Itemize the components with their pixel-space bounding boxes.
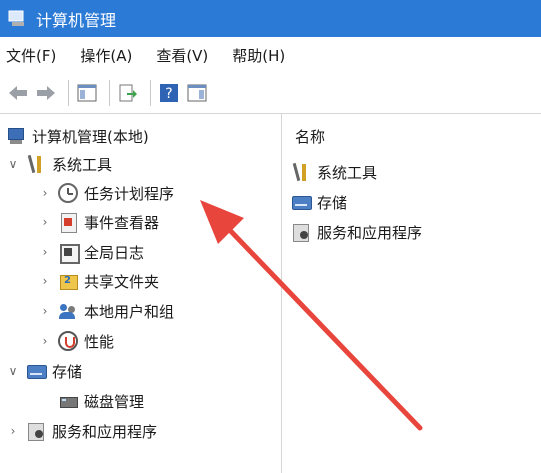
chevron-right-icon[interactable]: ›: [38, 334, 52, 348]
storage-icon: [26, 361, 47, 381]
clock-icon: [58, 183, 78, 203]
tree-item-shared-folders[interactable]: › 共享文件夹: [38, 267, 159, 295]
menu-view[interactable]: 查看(V): [156, 45, 208, 66]
column-header-name[interactable]: 名称: [295, 126, 325, 147]
log-icon: [58, 242, 80, 264]
tree-item-label: 全局日志: [84, 243, 145, 262]
toolbar-separator: [150, 80, 151, 106]
menu-file[interactable]: 文件(F): [6, 45, 56, 66]
shared-folder-icon: [58, 271, 78, 291]
tree-item-label: 任务计划程序: [84, 184, 175, 203]
tree-item-label: 事件查看器: [84, 213, 160, 232]
list-item-label: 存储: [317, 193, 348, 212]
export-list-icon[interactable]: [116, 81, 140, 105]
chevron-right-icon[interactable]: ›: [38, 186, 52, 200]
computer-management-icon: [8, 10, 28, 28]
tree-item-performance[interactable]: › 性能: [38, 327, 114, 355]
menu-action[interactable]: 操作(A): [80, 45, 132, 66]
toolbar-separator: [68, 80, 69, 106]
tree-item-local-users[interactable]: › 本地用户和组: [38, 297, 174, 325]
back-arrow-icon[interactable]: [6, 81, 30, 105]
show-hide-tree-icon[interactable]: [75, 81, 99, 105]
tree-item-storage[interactable]: ∨ 存储: [6, 357, 82, 385]
chevron-right-icon[interactable]: ›: [38, 274, 52, 288]
svg-text:?: ?: [165, 86, 172, 102]
toolbar: ?: [0, 73, 541, 113]
system-tools-icon: [291, 162, 311, 182]
chevron-right-icon[interactable]: ›: [38, 215, 52, 229]
tree-item-label: 本地用户和组: [84, 302, 175, 321]
menu-bar: 文件(F) 操作(A) 查看(V) 帮助(H): [0, 37, 541, 73]
tree-item-label: 服务和应用程序: [52, 422, 158, 441]
toolbar-separator: [109, 80, 110, 106]
tree-item-label: 磁盘管理: [84, 392, 145, 411]
tree-item-services-apps[interactable]: › 服务和应用程序: [6, 417, 157, 445]
tree-item-system-tools[interactable]: ∨ 系统工具: [6, 150, 112, 178]
tree-item-label: 共享文件夹: [84, 272, 160, 291]
forward-arrow-icon[interactable]: [34, 81, 58, 105]
show-hide-action-pane-icon[interactable]: [185, 81, 209, 105]
computer-management-icon: [6, 126, 26, 146]
tree-item-root[interactable]: 计算机管理(本地): [6, 122, 149, 150]
results-pane: 名称 系统工具 存储 服务和应用程序: [283, 114, 541, 473]
console-tree: 计算机管理(本地) ∨ 系统工具 › 任务计划程序 › 事件查看器 › 全局日志…: [0, 114, 282, 473]
title-bar: 计算机管理: [0, 0, 541, 37]
disk-icon: [58, 391, 78, 411]
system-tools-icon: [26, 154, 46, 174]
list-item[interactable]: 服务和应用程序: [291, 218, 422, 246]
tree-item-disk-management[interactable]: 磁盘管理: [58, 387, 144, 415]
tree-item-event-viewer[interactable]: › 事件查看器: [38, 208, 159, 236]
tree-item-global-log[interactable]: › 全局日志: [38, 238, 144, 266]
performance-icon: [58, 331, 78, 351]
chevron-right-icon[interactable]: ›: [6, 424, 20, 438]
services-icon: [291, 222, 311, 242]
tree-item-label: 性能: [84, 332, 115, 351]
event-viewer-icon: [58, 212, 78, 233]
storage-icon: [291, 192, 312, 212]
list-item-label: 服务和应用程序: [317, 223, 423, 242]
tree-item-label: 存储: [52, 362, 83, 381]
chevron-right-icon[interactable]: ›: [38, 245, 52, 259]
window-title: 计算机管理: [36, 10, 117, 30]
list-item-label: 系统工具: [317, 163, 378, 182]
list-item[interactable]: 系统工具: [291, 158, 377, 186]
users-icon: [58, 301, 78, 321]
tree-item-label: 系统工具: [52, 155, 113, 174]
list-item[interactable]: 存储: [291, 188, 347, 216]
chevron-down-icon[interactable]: ∨: [6, 364, 20, 378]
help-icon[interactable]: ?: [157, 81, 181, 105]
menu-help[interactable]: 帮助(H): [232, 45, 285, 66]
chevron-right-icon[interactable]: ›: [38, 304, 52, 318]
tree-item-label: 计算机管理(本地): [32, 127, 149, 146]
tree-item-task-scheduler[interactable]: › 任务计划程序: [38, 179, 174, 207]
services-icon: [26, 421, 46, 441]
chevron-down-icon[interactable]: ∨: [6, 157, 20, 171]
